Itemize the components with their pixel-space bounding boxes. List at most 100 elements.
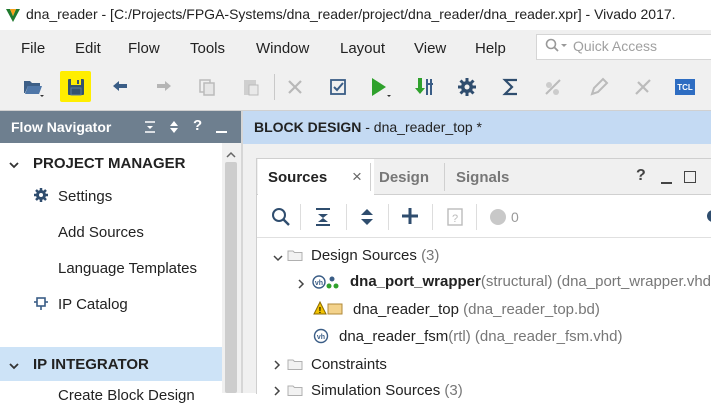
- item-type: (structural): [480, 273, 553, 290]
- menu-view[interactable]: View: [414, 40, 446, 57]
- tcl-icon[interactable]: TCL: [670, 72, 700, 102]
- tree-simulation-sources[interactable]: Simulation Sources (3): [311, 382, 463, 399]
- toolbar-separator: [274, 74, 275, 100]
- tab-sources-label: Sources: [268, 169, 328, 186]
- folder-icon: [287, 248, 303, 267]
- block-design-icon: !: [313, 300, 345, 322]
- nav-item-ip-catalog[interactable]: IP Catalog: [58, 296, 128, 313]
- block-design-name: dna_reader_top *: [373, 119, 482, 135]
- tree-item-dna-reader-top[interactable]: dna_reader_top (dna_reader_top.bd): [353, 301, 600, 318]
- program-icon[interactable]: [410, 72, 440, 102]
- settings-icon[interactable]: [452, 72, 482, 102]
- unknown-icon[interactable]: ?: [446, 207, 464, 232]
- panel-minimize-icon[interactable]: [661, 182, 672, 184]
- toolbar-separator: [476, 204, 477, 230]
- item-type: (rtl): [448, 328, 471, 345]
- toolbar-separator: [300, 204, 301, 230]
- redo-icon[interactable]: [148, 72, 178, 102]
- svg-text:?: ?: [452, 213, 458, 225]
- item-name: dna_reader_top: [353, 301, 459, 318]
- collapse-all-icon[interactable]: [314, 207, 332, 232]
- item-file: (dna_reader_top.bd): [463, 301, 600, 318]
- design-sources-count: (3): [421, 247, 440, 264]
- delete-icon[interactable]: [280, 72, 310, 102]
- nav-item-add-sources[interactable]: Add Sources: [58, 224, 144, 241]
- menu-edit[interactable]: Edit: [75, 40, 101, 57]
- toolbar-separator: [346, 204, 347, 230]
- open-project-icon[interactable]: [18, 72, 48, 102]
- quick-access-placeholder: Quick Access: [573, 38, 658, 54]
- chevron-right-icon[interactable]: [272, 358, 282, 376]
- add-icon[interactable]: [400, 206, 420, 231]
- simulation-sources-label: Simulation Sources: [311, 382, 441, 399]
- menu-flow[interactable]: Flow: [128, 40, 160, 57]
- chevron-down-icon[interactable]: [272, 250, 284, 268]
- validate-icon[interactable]: [323, 72, 353, 102]
- item-name: dna_reader_fsm: [339, 328, 449, 345]
- nav-item-settings[interactable]: Settings: [58, 188, 112, 205]
- status-dot-icon: [490, 209, 506, 225]
- help-icon[interactable]: ?: [193, 117, 202, 134]
- edit-icon[interactable]: [584, 72, 614, 102]
- tree-constraints[interactable]: Constraints: [311, 356, 387, 373]
- menu-window[interactable]: Window: [256, 40, 309, 57]
- run-icon[interactable]: [364, 72, 394, 102]
- chevron-down-icon[interactable]: [8, 359, 20, 377]
- item-file: (dna_port_wrapper.vhd): [556, 273, 711, 290]
- search-icon: [545, 38, 569, 59]
- svg-text:!: !: [319, 306, 322, 315]
- settings-icon[interactable]: [703, 206, 711, 231]
- menu-file[interactable]: File: [21, 40, 45, 57]
- gear-icon: [33, 187, 49, 208]
- section-project-manager[interactable]: PROJECT MANAGER: [33, 155, 186, 172]
- chevron-right-icon[interactable]: [272, 384, 282, 402]
- auto-connect-icon[interactable]: [538, 72, 568, 102]
- tree-item-dna-port-wrapper[interactable]: dna_port_wrapper(structural) (dna_port_w…: [350, 273, 711, 290]
- tree-design-sources[interactable]: Design Sources (3): [311, 247, 439, 264]
- tab-separator: [370, 163, 371, 191]
- save-icon[interactable]: [61, 72, 91, 102]
- chevron-down-icon[interactable]: [8, 158, 20, 176]
- collapse-all-icon[interactable]: [143, 120, 157, 139]
- tab-signals[interactable]: Signals: [456, 169, 509, 186]
- folder-icon: [287, 357, 303, 376]
- sigma-icon[interactable]: [496, 72, 526, 102]
- simulation-sources-count: (3): [444, 382, 463, 399]
- expand-all-icon[interactable]: [359, 207, 375, 232]
- svg-text:vh: vh: [317, 334, 325, 341]
- copy-icon[interactable]: [192, 72, 222, 102]
- scrollbar-thumb[interactable]: [225, 162, 237, 393]
- item-name: dna_port_wrapper: [350, 273, 481, 290]
- panel-help-icon[interactable]: ?: [636, 167, 646, 185]
- badge-count: 0: [511, 209, 519, 225]
- minimize-icon[interactable]: [216, 131, 227, 133]
- undo-icon[interactable]: [106, 72, 136, 102]
- close-tab-icon[interactable]: ×: [352, 167, 362, 187]
- menu-tools[interactable]: Tools: [190, 40, 225, 57]
- menu-help[interactable]: Help: [475, 40, 506, 57]
- chevron-right-icon[interactable]: [296, 277, 306, 295]
- nav-item-create-block-design[interactable]: Create Block Design: [58, 387, 195, 404]
- block-design-title: BLOCK DESIGN - dna_reader_top *: [254, 119, 482, 135]
- cancel-icon[interactable]: [628, 72, 658, 102]
- tree-item-dna-reader-fsm[interactable]: dna_reader_fsm(rtl) (dna_reader_fsm.vhd): [339, 328, 622, 345]
- ip-catalog-icon: [33, 295, 49, 316]
- search-icon[interactable]: [271, 207, 291, 232]
- svg-text:vh: vh: [315, 280, 323, 287]
- window-title: dna_reader - [C:/Projects/FPGA-Systems/d…: [26, 6, 676, 22]
- design-sources-label: Design Sources: [311, 247, 417, 264]
- toolbar-separator: [388, 204, 389, 230]
- tcl-label: TCL: [675, 79, 695, 95]
- vivado-logo-icon: [4, 6, 22, 24]
- section-ip-integrator[interactable]: IP INTEGRATOR: [33, 356, 149, 373]
- menu-layout[interactable]: Layout: [340, 40, 385, 57]
- item-file: (dna_reader_fsm.vhd): [474, 328, 623, 345]
- paste-icon[interactable]: [236, 72, 266, 102]
- tab-separator: [444, 163, 445, 191]
- tab-design[interactable]: Design: [379, 169, 429, 186]
- nav-item-language-templates[interactable]: Language Templates: [58, 260, 197, 277]
- block-design-label: BLOCK DESIGN: [254, 119, 362, 135]
- expand-all-icon[interactable]: [168, 120, 180, 139]
- toolbar-separator: [432, 204, 433, 230]
- panel-maximize-icon[interactable]: [684, 171, 696, 183]
